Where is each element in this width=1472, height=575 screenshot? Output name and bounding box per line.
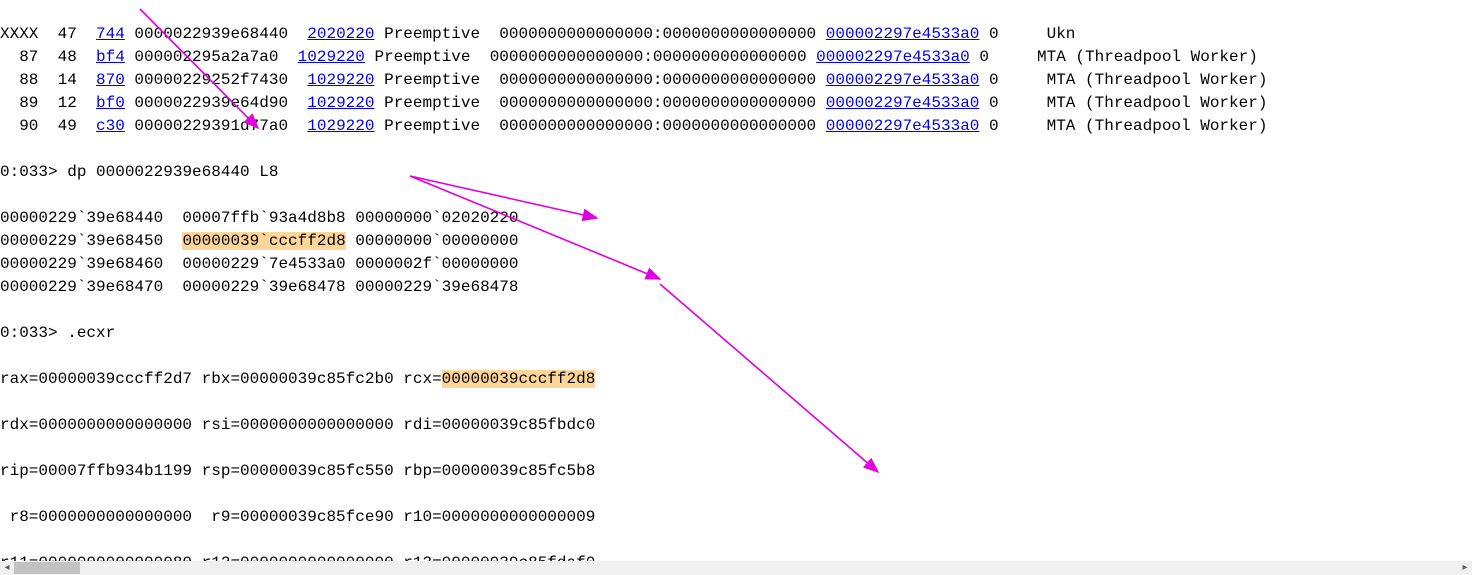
thread-row: 87 48 bf4 000002295a2a7a0 1029220 Preemp… bbox=[0, 46, 1472, 69]
scrollbar-thumb[interactable] bbox=[14, 562, 80, 574]
thread-domain-link[interactable]: 000002297e4533a0 bbox=[826, 94, 980, 112]
thread-flag-link[interactable]: 1029220 bbox=[298, 48, 365, 66]
thread-domain-link[interactable]: 000002297e4533a0 bbox=[826, 71, 980, 89]
horizontal-scrollbar[interactable]: ◂ ▸ bbox=[0, 561, 1472, 575]
memory-row: 00000229`39e68460 00000229`7e4533a0 0000… bbox=[0, 253, 1472, 276]
thread-flag-link[interactable]: 1029220 bbox=[307, 117, 374, 135]
thread-flag-link[interactable]: 1029220 bbox=[307, 71, 374, 89]
thread-row: 90 49 c30 00000229391d77a0 1029220 Preem… bbox=[0, 115, 1472, 138]
debugger-output: XXXX 47 744 0000022939e68440 2020220 Pre… bbox=[0, 0, 1472, 575]
thread-id-link[interactable]: 870 bbox=[96, 71, 125, 89]
thread-domain-link[interactable]: 000002297e4533a0 bbox=[816, 48, 970, 66]
memory-row: 00000229`39e68450 00000039`cccff2d8 0000… bbox=[0, 230, 1472, 253]
highlighted-value: 00000039`cccff2d8 bbox=[182, 232, 345, 250]
memory-row: 00000229`39e68440 00007ffb`93a4d8b8 0000… bbox=[0, 207, 1472, 230]
thread-row: 88 14 870 00000229252f7430 1029220 Preem… bbox=[0, 69, 1472, 92]
reg-line: r8=0000000000000000 r9=00000039c85fce90 … bbox=[0, 506, 1472, 529]
thread-flag-link[interactable]: 2020220 bbox=[307, 25, 374, 43]
prompt: 0:033> bbox=[0, 324, 58, 342]
thread-id-link[interactable]: bf0 bbox=[96, 94, 125, 112]
reg-line: rax=00000039cccff2d7 rbx=00000039c85fc2b… bbox=[0, 368, 1472, 391]
thread-id-link[interactable]: c30 bbox=[96, 117, 125, 135]
cmd-line-dp: 0:033> dp 0000022939e68440 L8 bbox=[0, 161, 1472, 184]
cmd-text: dp 0000022939e68440 L8 bbox=[67, 163, 278, 181]
prompt: 0:033> bbox=[0, 163, 58, 181]
thread-row: XXXX 47 744 0000022939e68440 2020220 Pre… bbox=[0, 23, 1472, 46]
scroll-right-icon[interactable]: ▸ bbox=[1458, 561, 1472, 575]
thread-domain-link[interactable]: 000002297e4533a0 bbox=[826, 25, 980, 43]
thread-row: 89 12 bf0 0000022939e64d90 1029220 Preem… bbox=[0, 92, 1472, 115]
scroll-left-icon[interactable]: ◂ bbox=[0, 561, 14, 575]
reg-line: rip=00007ffb934b1199 rsp=00000039c85fc55… bbox=[0, 460, 1472, 483]
reg-line: rdx=0000000000000000 rsi=000000000000000… bbox=[0, 414, 1472, 437]
cmd-text: .ecxr bbox=[67, 324, 115, 342]
scrollbar-track[interactable] bbox=[14, 561, 1458, 575]
thread-domain-link[interactable]: 000002297e4533a0 bbox=[826, 117, 980, 135]
thread-id-link[interactable]: 744 bbox=[96, 25, 125, 43]
highlighted-rcx: 00000039cccff2d8 bbox=[442, 370, 596, 388]
thread-id-link[interactable]: bf4 bbox=[96, 48, 125, 66]
cmd-line-ecxr: 0:033> .ecxr bbox=[0, 322, 1472, 345]
memory-row: 00000229`39e68470 00000229`39e68478 0000… bbox=[0, 276, 1472, 299]
thread-flag-link[interactable]: 1029220 bbox=[307, 94, 374, 112]
